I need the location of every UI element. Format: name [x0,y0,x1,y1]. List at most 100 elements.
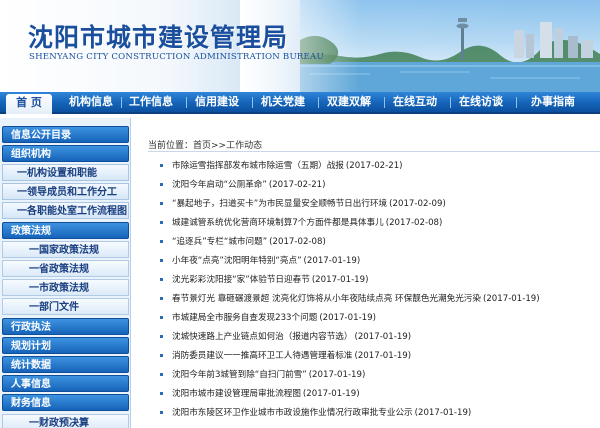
site-header: 沈阳市城市建设管理局 SHENYANG CITY CONSTRUCTION AD… [0,0,600,92]
news-title[interactable]: 沈阳今年前3城管到除“自扫门前雪” [172,370,307,380]
site-title: 沈阳市城市建设管理局 [28,23,289,52]
news-title-link[interactable]: 沈光彩彩沈阳接“家”体验节日迎春节 (2017-01-19) [172,272,368,288]
news-item[interactable]: 市除运雪指挥部发布城市除运雪（五期）战报 (2017-02-21) [160,158,600,174]
sidebar-item[interactable]: 一机构设置和职能 [2,164,129,181]
news-date: (2017-02-21) [268,180,326,190]
news-item[interactable]: 沈阳市城市建设管理局审批流程图 (2017-01-19) [160,386,600,402]
news-title[interactable]: 市城建局全市服务自查发现233个问题 [172,313,317,323]
sidebar: 信息公开目录 组织机构一机构设置和职能 一领导成员和工作分工 一各职能处室工作流程图政… [0,118,131,428]
news-item[interactable]: 春节景灯光 靠砸碾渡景超 沈亮化灯饰将从小年夜陆续点亮 环保靓色光潮免光污染 (2… [160,291,600,307]
sidebar-item[interactable]: 一部门文件 [2,298,129,315]
breadcrumb: 当前位置：首页>>工作动态 [148,141,263,151]
news-title-link[interactable]: “暴起地子，扫道买卡”为市民显量安全顺畅节日出行环境 (2017-02-09) [172,196,446,212]
news-date: (2017-01-19) [354,332,412,342]
nav-item-organization[interactable]: 机构信息 [64,92,118,112]
news-title-link[interactable]: 沈城快速路上产业链点如何治（报道内容节选） (2017-01-19) [172,329,411,345]
news-title-link[interactable]: 市城建局全市服务自查发现233个问题 (2017-01-19) [172,310,376,326]
news-date: (2017-01-19) [302,389,360,399]
bullet-icon [160,202,163,205]
nav-item-party[interactable]: 机关党建 [256,92,310,112]
sidebar-item[interactable]: 政策法规 [2,222,129,239]
nav-item-home[interactable]: 首 页 [6,94,52,114]
bullet-icon [160,183,163,186]
nav-item-online-interview[interactable]: 在线访谈 [454,92,508,112]
news-title[interactable]: 春节景灯光 靠砸碾渡景超 沈亮化灯饰将从小年夜陆续点亮 环保靓色光潮免光污染 [172,294,481,304]
bullet-icon [160,335,163,338]
news-title[interactable]: 市除运雪指挥部发布城市除运雪（五期）战报 [172,161,344,171]
sidebar-item[interactable]: 一国家政策法规 [2,241,129,258]
sidebar-item[interactable]: 规划计划 [2,337,129,354]
news-title-link[interactable]: 沈阳市城市建设管理局审批流程图 (2017-01-19) [172,386,360,402]
news-date: (2017-01-19) [319,313,376,323]
nav-separator [121,97,122,108]
sidebar-item[interactable]: 一各职能处室工作流程图 [2,202,129,219]
nav-item-shuangjian[interactable]: 双建双解 [322,92,376,112]
bullet-icon [160,221,163,224]
news-title[interactable]: 沈阳今年启动“公厕革命” [172,180,267,190]
news-date: (2017-02-21) [345,161,403,171]
sidebar-item[interactable]: 一领导成员和工作分工 [2,183,129,200]
news-item[interactable]: 沈阳今年前3城管到除“自扫门前雪” (2017-01-19) [160,367,600,383]
news-date: (2017-02-08) [269,237,326,247]
news-item[interactable]: “暴起地子，扫道买卡”为市民显量安全顺畅节日出行环境 (2017-02-09) [160,196,600,212]
news-title[interactable]: 沈阳市城市建设管理局审批流程图 [172,389,301,399]
news-item[interactable]: 城建诚管系统优化营商环境制算7个方面件都是具体事儿 (2017-02-08) [160,215,600,231]
sidebar-item[interactable]: 组织机构 [2,145,129,162]
news-date: (2017-02-08) [385,218,443,228]
bullet-icon [160,240,163,243]
news-title[interactable]: 沈城快速路上产业链点如何治（报道内容节选） [172,332,352,342]
sidebar-item[interactable]: 财务信息 [2,394,129,411]
sidebar-item[interactable]: 信息公开目录 [2,126,129,143]
news-title[interactable]: 沈阳市东陵区环卫作业城市市政设施作业情况行政审批专业公示 [172,408,413,418]
sidebar-item[interactable]: 统计数据 [2,356,129,373]
nav-item-credit[interactable]: 信用建设 [190,92,244,112]
news-title-link[interactable]: 沈阳市东陵区环卫作业城市市政设施作业情况行政审批专业公示 (2017-01-19) [172,405,471,421]
news-title[interactable]: “暴起地子，扫道买卡”为市民显量安全顺畅节日出行环境 [172,199,387,209]
bullet-icon [160,411,163,414]
news-item[interactable]: 小年夜“点亮”沈阳明年特别“亮点” (2017-01-19) [160,253,600,269]
sidebar-item[interactable]: 行政执法 [2,318,129,335]
main-navigation: 首 页 机构信息 工作信息 信用建设 机关党建 双建双解 在线互动 在线访谈 办… [0,92,600,114]
news-title-link[interactable]: 市除运雪指挥部发布城市除运雪（五期）战报 (2017-02-21) [172,158,403,174]
news-date: (2017-01-19) [311,275,369,285]
news-date: (2017-01-19) [354,351,412,361]
nav-item-online-interaction[interactable]: 在线互动 [388,92,442,112]
news-title[interactable]: 小年夜“点亮”沈阳明年特别“亮点” [172,256,302,266]
news-item[interactable]: 消防委员建议一一推高环卫工人待遇管理着标准 (2017-01-19) [160,348,600,364]
nav-separator [252,97,253,108]
news-item[interactable]: “追逐兵”专栏“城市问题” (2017-02-08) [160,234,600,250]
news-title-link[interactable]: 城建诚管系统优化营商环境制算7个方面件都是具体事儿 (2017-02-08) [172,215,442,231]
bullet-icon [160,354,163,357]
sidebar-item[interactable]: 一市政策法规 [2,279,129,296]
bullet-icon [160,373,163,376]
news-item[interactable]: 沈光彩彩沈阳接“家”体验节日迎春节 (2017-01-19) [160,272,600,288]
news-item[interactable]: 沈阳市东陵区环卫作业城市市政设施作业情况行政审批专业公示 (2017-01-19) [160,405,600,421]
breadcrumb-divider [148,151,600,152]
news-title-link[interactable]: 小年夜“点亮”沈阳明年特别“亮点” (2017-01-19) [172,253,360,269]
nav-item-service-guide[interactable]: 办事指南 [522,92,584,112]
news-title-link[interactable]: 沈阳今年前3城管到除“自扫门前雪” (2017-01-19) [172,367,365,383]
news-title-link[interactable]: 消防委员建议一一推高环卫工人待遇管理着标准 (2017-01-19) [172,348,411,364]
sidebar-item[interactable]: 人事信息 [2,375,129,392]
news-title[interactable]: 城建诚管系统优化营商环境制算7个方面件都是具体事儿 [172,218,384,228]
news-title-link[interactable]: “追逐兵”专栏“城市问题” (2017-02-08) [172,234,326,250]
nav-separator [516,97,517,108]
news-title-link[interactable]: 沈阳今年启动“公厕革命” (2017-02-21) [172,177,326,193]
news-title[interactable]: 沈光彩彩沈阳接“家”体验节日迎春节 [172,275,310,285]
news-title-link[interactable]: 春节景灯光 靠砸碾渡景超 沈亮化灯饰将从小年夜陆续点亮 环保靓色光潮免光污染 (2… [172,291,540,307]
news-item[interactable]: 沈城快速路上产业链点如何治（报道内容节选） (2017-01-19) [160,329,600,345]
nav-separator [186,97,187,108]
news-date: (2017-01-19) [308,370,366,380]
news-title[interactable]: “追逐兵”专栏“城市问题” [172,237,267,247]
nav-separator [450,97,451,108]
nav-separator [318,97,319,108]
sidebar-item[interactable]: 一省政策法规 [2,260,129,277]
bullet-icon [160,316,163,319]
news-item[interactable]: 市城建局全市服务自查发现233个问题 (2017-01-19) [160,310,600,326]
news-title[interactable]: 消防委员建议一一推高环卫工人待遇管理着标准 [172,351,352,361]
news-item[interactable]: 沈阳今年启动“公厕革命” (2017-02-21) [160,177,600,193]
sidebar-item[interactable]: 一财政预决算 [2,414,129,428]
main-content: 当前位置：首页>>工作动态 市除运雪指挥部发布城市除运雪（五期）战报 (2017-… [140,118,600,428]
site-subtitle: SHENYANG CITY CONSTRUCTION ADMINISTRATIO… [29,52,324,62]
nav-item-work-info[interactable]: 工作信息 [124,92,178,112]
